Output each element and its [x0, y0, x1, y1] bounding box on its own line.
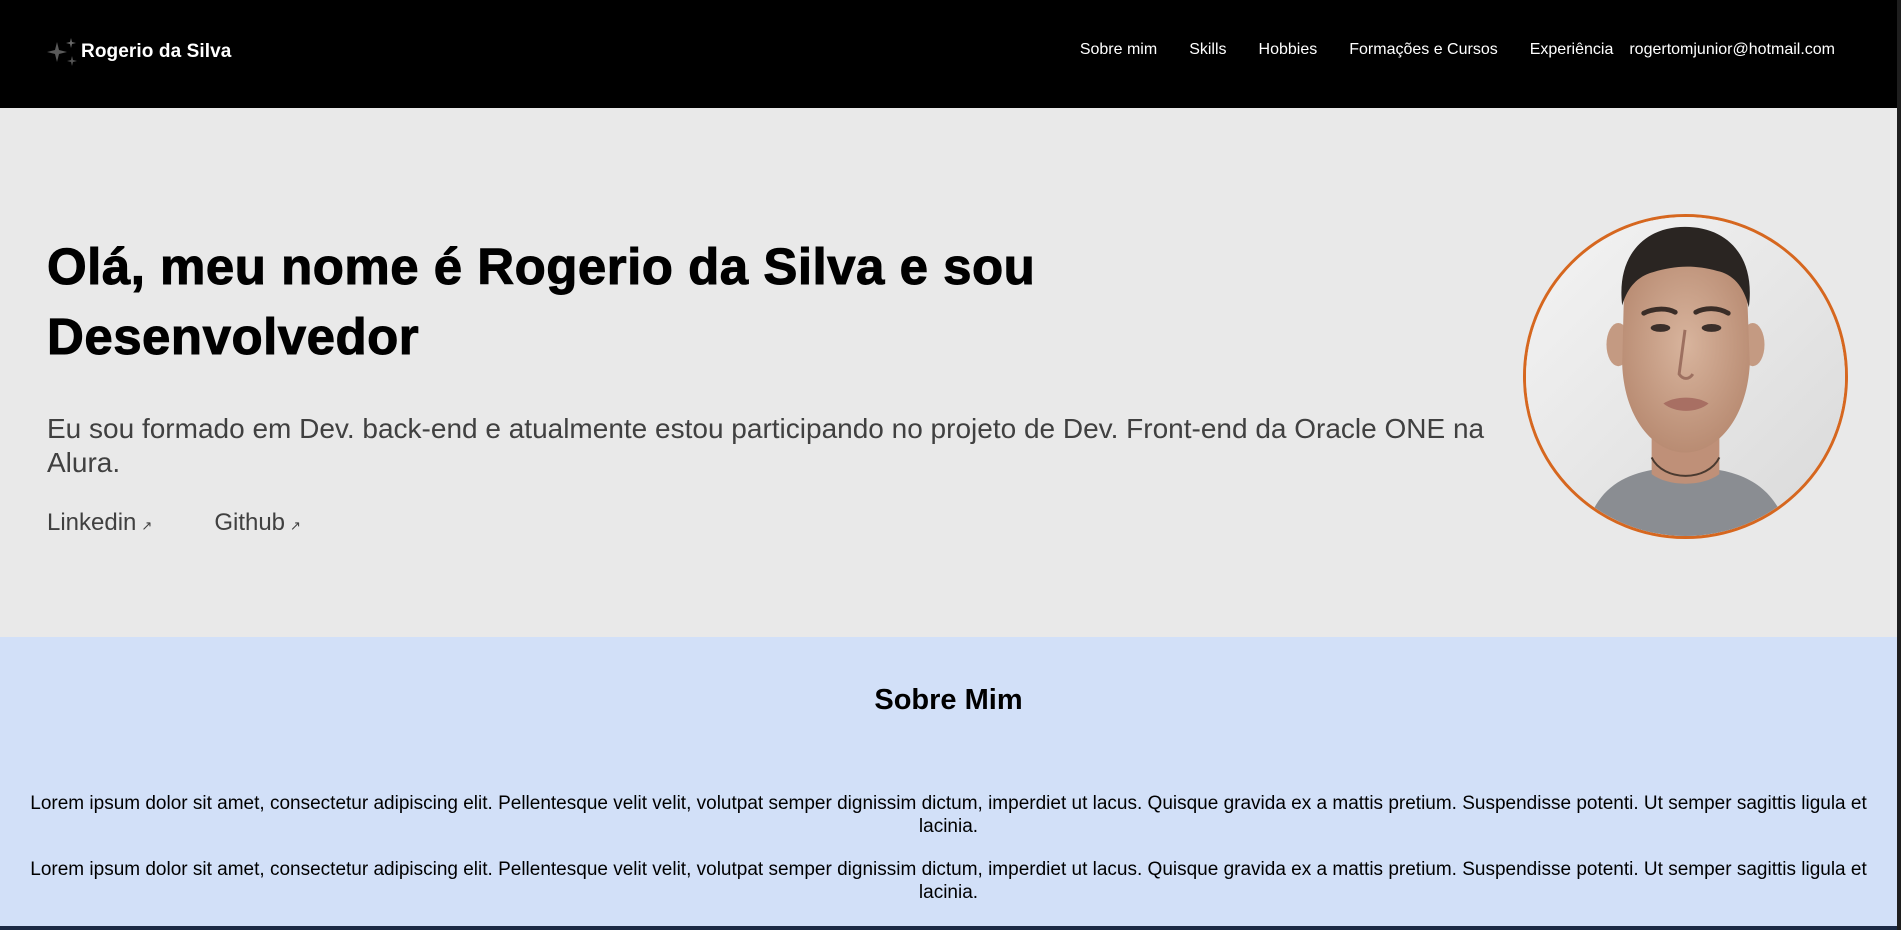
site-header: Rogerio da Silva Sobre mim Skills Hobbie…: [0, 0, 1897, 108]
profile-photo-image: [1526, 217, 1845, 536]
hero-title: Olá, meu nome é Rogerio da Silva e sou D…: [47, 232, 1247, 372]
profile-photo: [1523, 214, 1848, 539]
main-nav: Sobre mim Skills Hobbies Formações e Cur…: [1080, 41, 1835, 59]
about-title: Sobre Mim: [874, 684, 1023, 716]
page: Rogerio da Silva Sobre mim Skills Hobbie…: [0, 0, 1901, 930]
main-column: Rogerio da Silva Sobre mim Skills Hobbie…: [0, 0, 1897, 930]
github-link-label: Github: [214, 509, 286, 536]
external-link-arrow-icon: ↗: [290, 518, 301, 533]
nav-skills[interactable]: Skills: [1189, 41, 1226, 59]
hero-title-line-2: Desenvolvedor: [47, 308, 420, 366]
about-section: Sobre Mim Lorem ipsum dolor sit amet, co…: [0, 637, 1897, 926]
brand-name: Rogerio da Silva: [81, 41, 232, 62]
external-link-arrow-icon: ↗: [141, 518, 153, 533]
nav-hobbies[interactable]: Hobbies: [1259, 41, 1318, 59]
linkedin-link[interactable]: Linkedin ↗: [47, 509, 152, 537]
about-paragraph: Lorem ipsum dolor sit amet, consectetur …: [30, 793, 1867, 837]
about-paragraph: Lorem ipsum dolor sit amet, consectetur …: [30, 859, 1867, 903]
nav-formacoes-cursos[interactable]: Formações e Cursos: [1349, 41, 1498, 59]
nav-sobre-mim[interactable]: Sobre mim: [1080, 41, 1157, 59]
hero-description: Eu sou formado em Dev. back-end e atualm…: [47, 413, 1485, 478]
brand[interactable]: Rogerio da Silva: [47, 36, 231, 68]
nav-email[interactable]: rogertomjunior@hotmail.com: [1629, 41, 1835, 59]
hero-title-line-1: Olá, meu nome é Rogerio da Silva e sou: [47, 238, 1036, 296]
nav-experiencia[interactable]: Experiência: [1530, 41, 1614, 59]
linkedin-link-label: Linkedin: [47, 509, 137, 536]
social-links: Linkedin ↗ Github ↗: [47, 509, 301, 537]
github-link[interactable]: Github ↗: [214, 509, 301, 537]
hero-section: Olá, meu nome é Rogerio da Silva e sou D…: [0, 108, 1897, 637]
sparkle-icon: [47, 38, 77, 66]
next-section-edge: [0, 926, 1897, 930]
scrollbar[interactable]: [1897, 0, 1901, 930]
